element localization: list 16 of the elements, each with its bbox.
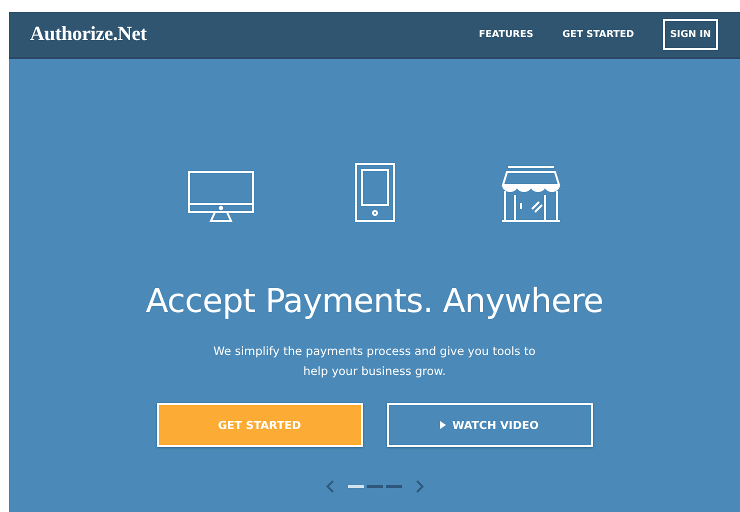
- sign-in-button[interactable]: SIGN IN: [663, 19, 718, 50]
- previous-icon[interactable]: [326, 480, 334, 493]
- nav-link[interactable]: GET STARTED: [562, 29, 634, 40]
- tablet-icon: [355, 163, 397, 223]
- play-icon: [440, 421, 446, 429]
- hero-subtitle: We simplify the payments process and give you tools to help your business grow.: [212, 343, 537, 380]
- next-icon[interactable]: [416, 480, 424, 493]
- watch-video-button[interactable]: WATCH VIDEO: [386, 403, 592, 447]
- desktop-monitor-icon: [188, 171, 256, 223]
- nav-link[interactable]: FEATURES: [478, 29, 534, 40]
- logo[interactable]: Authorize.Net: [30, 23, 147, 46]
- slide-indicator[interactable]: [366, 485, 382, 488]
- slide-indicator[interactable]: [386, 485, 402, 488]
- slide-indicator[interactable]: [348, 485, 364, 488]
- storefront-icon: [501, 165, 561, 223]
- hero-headline: Accept Payments. Anywhere: [146, 281, 604, 320]
